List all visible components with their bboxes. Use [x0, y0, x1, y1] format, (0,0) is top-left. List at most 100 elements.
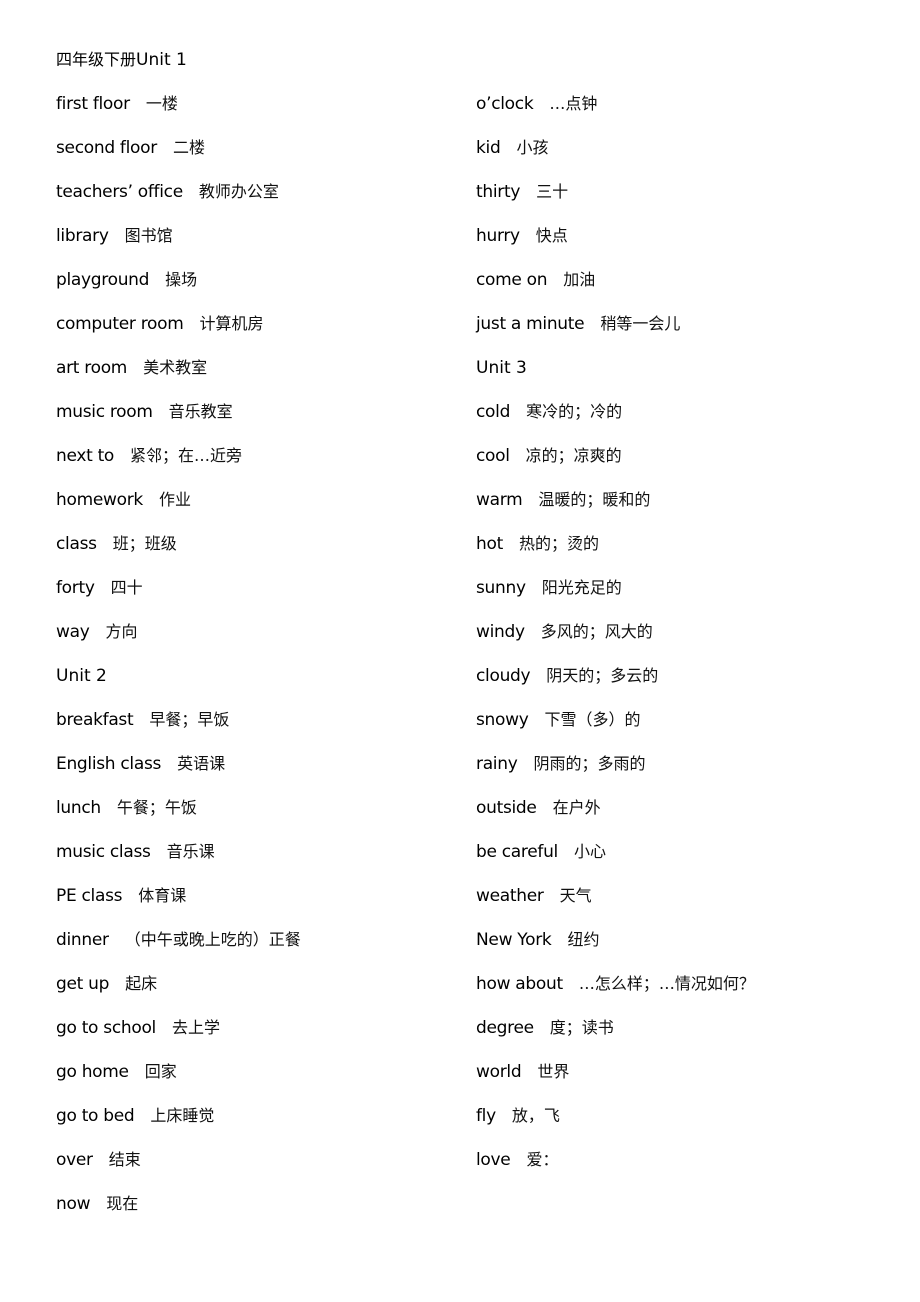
english-term: sunny	[476, 578, 526, 598]
chinese-translation: 温暖的；暖和的	[538, 490, 651, 509]
english-term: how about	[476, 974, 563, 994]
english-term: homework	[56, 490, 143, 510]
chinese-translation: 操场	[165, 270, 198, 289]
vocabulary-entry: o’clock …点钟	[476, 93, 755, 137]
chinese-translation: 爱：	[526, 1150, 559, 1169]
vocabulary-entry: fly 放，飞	[476, 1105, 755, 1149]
chinese-translation: 纽约	[567, 930, 600, 949]
right-vocabulary-column: o’clock …点钟 kid 小孩 thirty 三十 hurry 快点 come on 加油…	[476, 93, 755, 1193]
vocabulary-entry: computer room 计算机房	[56, 313, 301, 357]
english-term: hurry	[476, 226, 520, 246]
chinese-translation: 放，飞	[511, 1106, 560, 1125]
english-term: be careful	[476, 842, 558, 862]
english-term: degree	[476, 1018, 534, 1038]
chinese-translation: 现在	[106, 1194, 139, 1213]
english-term: world	[476, 1062, 522, 1082]
vocabulary-entry: art room 美术教室	[56, 357, 301, 401]
vocabulary-entry: rainy 阴雨的；多雨的	[476, 753, 755, 797]
english-term: first floor	[56, 94, 130, 114]
vocabulary-entry: music room 音乐教室	[56, 401, 301, 445]
chinese-translation: 寒冷的；冷的	[526, 402, 623, 421]
vocabulary-entry: New York 纽约	[476, 929, 755, 973]
chinese-translation: 阳光充足的	[541, 578, 622, 597]
english-term: playground	[56, 270, 150, 290]
chinese-translation: 下雪（多）的	[544, 710, 641, 729]
vocabulary-entry: outside 在户外	[476, 797, 755, 841]
english-term: PE class	[56, 886, 123, 906]
chinese-translation: 计算机房	[199, 314, 264, 333]
vocabulary-entry: now 现在	[56, 1193, 301, 1237]
vocabulary-entry: music class 音乐课	[56, 841, 301, 885]
chinese-translation: 快点	[535, 226, 568, 245]
chinese-translation: 三十	[536, 182, 569, 201]
english-term: fly	[476, 1106, 496, 1126]
vocabulary-entry: class 班；班级	[56, 533, 301, 577]
chinese-translation: 热的；烫的	[518, 534, 599, 553]
vocabulary-entry: how about …怎么样；…情况如何？	[476, 973, 755, 1017]
vocabulary-entry: library 图书馆	[56, 225, 301, 269]
english-term: class	[56, 534, 97, 554]
vocabulary-entry: warm 温暖的；暖和的	[476, 489, 755, 533]
vocabulary-entry: dinner （中午或晚上吃的）正餐	[56, 929, 301, 973]
vocabulary-entry: go home 回家	[56, 1061, 301, 1105]
vocabulary-entry: go to bed 上床睡觉	[56, 1105, 301, 1149]
chinese-translation: 稍等一会儿	[600, 314, 681, 333]
vocabulary-entry: sunny 阳光充足的	[476, 577, 755, 621]
english-term: forty	[56, 578, 95, 598]
vocabulary-entry: kid 小孩	[476, 137, 755, 181]
english-term: just a minute	[476, 314, 585, 334]
vocabulary-entry: homework 作业	[56, 489, 301, 533]
unit-heading-text: Unit 2	[56, 666, 107, 686]
vocabulary-entry: weather 天气	[476, 885, 755, 929]
chinese-translation: 上床睡觉	[150, 1106, 215, 1125]
english-term: love	[476, 1150, 511, 1170]
vocabulary-entry: English class 英语课	[56, 753, 301, 797]
vocabulary-entry: lunch 午餐；午饭	[56, 797, 301, 841]
vocabulary-entry: love 爱：	[476, 1149, 755, 1193]
english-term: outside	[476, 798, 537, 818]
english-term: cloudy	[476, 666, 531, 686]
title-unit: Unit 1	[136, 50, 187, 70]
chinese-translation: 班；班级	[112, 534, 177, 553]
vocabulary-entry: go to school 去上学	[56, 1017, 301, 1061]
page-title: 四年级下册Unit 1	[56, 49, 187, 71]
chinese-translation: 世界	[537, 1062, 570, 1081]
vocabulary-entry: come on 加油	[476, 269, 755, 313]
english-term: go to school	[56, 1018, 156, 1038]
english-term: New York	[476, 930, 552, 950]
chinese-translation: 去上学	[171, 1018, 220, 1037]
chinese-translation: 一楼	[145, 94, 178, 113]
vocabulary-entry: way 方向	[56, 621, 301, 665]
english-term: next to	[56, 446, 115, 466]
english-term: computer room	[56, 314, 184, 334]
chinese-translation: 凉的；凉爽的	[525, 446, 622, 465]
chinese-translation: 在户外	[552, 798, 601, 817]
chinese-translation: 天气	[559, 886, 592, 905]
vocabulary-entry: breakfast 早餐；早饭	[56, 709, 301, 753]
vocabulary-entry: get up 起床	[56, 973, 301, 1017]
english-term: snowy	[476, 710, 529, 730]
english-term: now	[56, 1194, 91, 1214]
english-term: get up	[56, 974, 110, 994]
chinese-translation: 作业	[158, 490, 191, 509]
english-term: o’clock	[476, 94, 534, 114]
chinese-translation: 阴天的；多云的	[546, 666, 659, 685]
vocabulary-entry: snowy 下雪（多）的	[476, 709, 755, 753]
vocabulary-entry: playground 操场	[56, 269, 301, 313]
chinese-translation: 早餐；早饭	[149, 710, 230, 729]
chinese-translation: 体育课	[138, 886, 187, 905]
vocabulary-entry: forty 四十	[56, 577, 301, 621]
vocabulary-entry: just a minute 稍等一会儿	[476, 313, 755, 357]
vocabulary-entry: teachers’ office 教师办公室	[56, 181, 301, 225]
chinese-translation: 起床	[125, 974, 158, 993]
english-term: weather	[476, 886, 544, 906]
english-term: go to bed	[56, 1106, 135, 1126]
vocabulary-entry: next to 紧邻；在…近旁	[56, 445, 301, 489]
chinese-translation: 结束	[108, 1150, 141, 1169]
chinese-translation: （中午或晚上吃的）正餐	[124, 930, 301, 949]
english-term: English class	[56, 754, 162, 774]
english-term: thirty	[476, 182, 521, 202]
vocabulary-entry: over 结束	[56, 1149, 301, 1193]
left-vocabulary-column: first floor 一楼 second floor 二楼 teachers’ off…	[56, 93, 301, 1237]
english-term: kid	[476, 138, 501, 158]
